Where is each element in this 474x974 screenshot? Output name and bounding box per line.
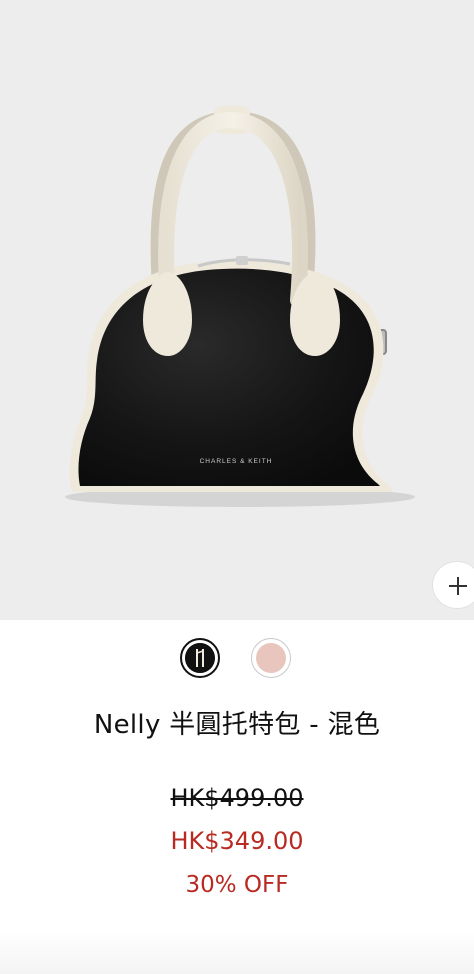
original-price: HK$499.00	[170, 784, 304, 812]
swatch-blush[interactable]	[251, 638, 291, 678]
product-photo: CHARLES & KEITH	[65, 106, 415, 507]
color-swatches	[0, 638, 474, 682]
swatch-pattern-icon	[185, 643, 215, 673]
zipper-pull	[236, 256, 248, 265]
zoom-button[interactable]	[432, 561, 474, 609]
bottom-divider	[0, 930, 474, 974]
product-image[interactable]: CHARLES & KEITH	[0, 0, 474, 620]
sale-price: HK$349.00	[170, 827, 304, 855]
product-name: Nelly 半圓托特包 - 混色	[93, 710, 381, 740]
swatch-black-cream[interactable]	[180, 638, 220, 678]
brand-logo-text: CHARLES & KEITH	[200, 458, 273, 465]
discount-badge: 30% OFF	[185, 872, 289, 898]
